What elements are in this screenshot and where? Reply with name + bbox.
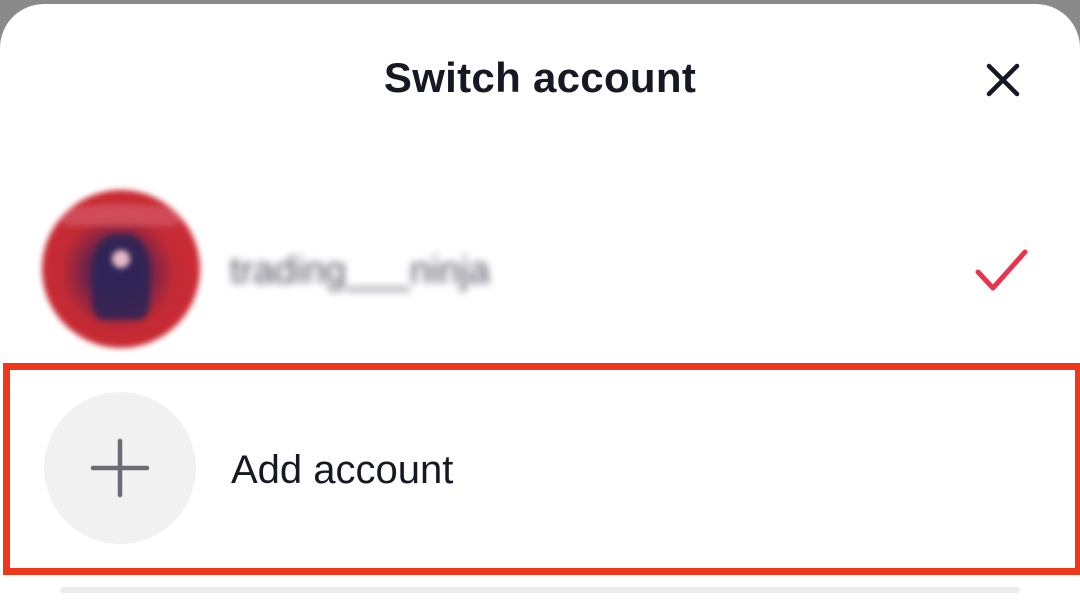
list-divider xyxy=(60,587,1020,593)
add-account-label: Add account xyxy=(231,448,454,492)
add-account-button[interactable]: Add account xyxy=(0,364,1080,576)
account-username: trading___ninja xyxy=(230,250,490,292)
sheet-title: Switch account xyxy=(383,54,697,101)
switch-account-sheet: Switch account trading___ninja Add accou… xyxy=(0,4,1080,602)
close-icon xyxy=(986,63,1020,97)
plus-icon xyxy=(90,438,150,498)
close-button[interactable] xyxy=(968,50,1038,110)
avatar xyxy=(42,190,200,348)
add-account-icon-circle xyxy=(44,392,196,544)
account-row[interactable]: trading___ninja xyxy=(0,184,1080,360)
check-icon xyxy=(975,249,1028,291)
